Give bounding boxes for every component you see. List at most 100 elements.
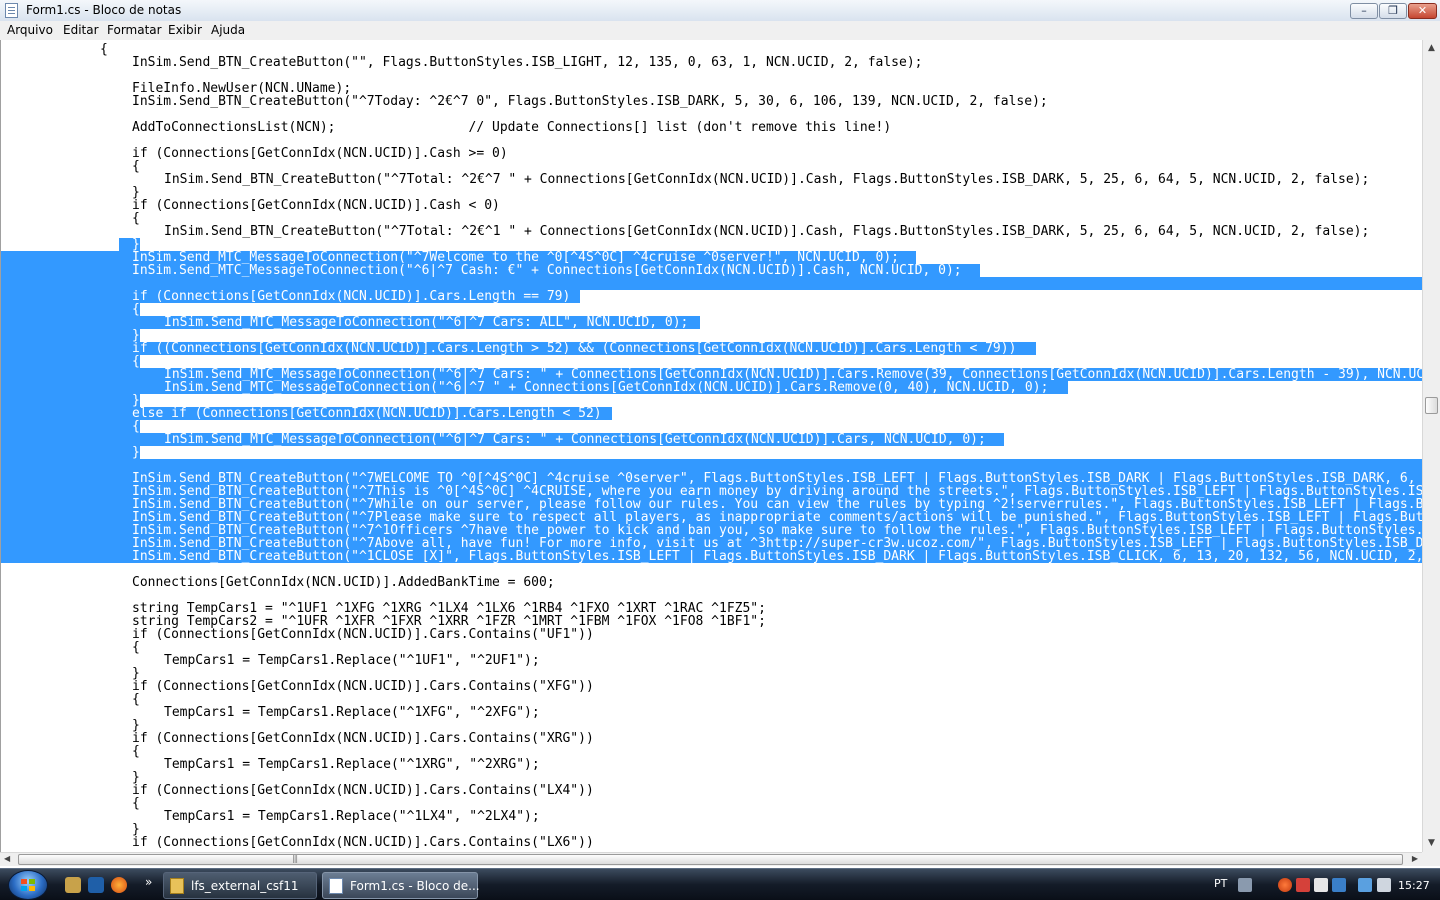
code-text: InSim.Send_BTN_CreateButton("^7While on … [132, 498, 1423, 511]
code-line[interactable]: } [1, 186, 1423, 199]
code-text: } [132, 238, 140, 251]
code-line[interactable]: FileInfo.NewUser(NCN.UName); [1, 82, 1423, 95]
code-line[interactable]: string TempCars1 = "^1UF1 ^1XFG ^1XRG ^1… [1, 602, 1423, 615]
task-form1-notepad[interactable]: Form1.cs - Bloco de... [322, 872, 480, 899]
code-line[interactable]: string TempCars2 = "^1UFR ^1XFR ^1FXR ^1… [1, 615, 1423, 628]
notepad-icon [329, 878, 343, 894]
code-line[interactable]: if (Connections[GetConnIdx(NCN.UCID)].Ca… [1, 836, 1423, 849]
size-grip[interactable] [1422, 852, 1440, 866]
close-button[interactable]: ✕ [1408, 3, 1437, 19]
messenger-icon[interactable] [1278, 878, 1292, 892]
code-text: if (Connections[GetConnIdx(NCN.UCID)].Ca… [132, 784, 594, 797]
code-line[interactable]: } [1, 771, 1423, 784]
code-line[interactable]: } [1, 238, 1423, 251]
code-line[interactable]: InSim.Send_BTN_CreateButton("^7WELCOME T… [1, 472, 1423, 485]
code-line[interactable]: InSim.Send_MTC_MessageToConnection("^6|^… [1, 316, 1423, 329]
vertical-scrollbar[interactable]: ▲ ▼ [1422, 40, 1440, 852]
code-line[interactable]: InSim.Send_MTC_MessageToConnection("^6|^… [1, 381, 1423, 394]
quicklaunch-overflow-icon[interactable]: » [145, 875, 152, 889]
code-line[interactable]: if (Connections[GetConnIdx(NCN.UCID)].Ca… [1, 680, 1423, 693]
display-icon[interactable] [1358, 878, 1372, 892]
app-tray-icon[interactable] [1314, 878, 1328, 892]
code-line[interactable]: { [1, 212, 1423, 225]
language-indicator[interactable]: PT [1214, 877, 1227, 890]
menu-exibir[interactable]: Exibir [168, 23, 202, 37]
keyboard-icon[interactable] [1238, 878, 1252, 892]
code-line[interactable]: { [1, 693, 1423, 706]
code-line[interactable]: { [1, 160, 1423, 173]
code-line[interactable]: { [1, 797, 1423, 810]
show-desktop-icon[interactable] [65, 877, 81, 893]
code-line[interactable]: else if (Connections[GetConnIdx(NCN.UCID… [1, 407, 1423, 420]
volume-icon[interactable] [1377, 878, 1391, 892]
code-line[interactable]: InSim.Send_MTC_MessageToConnection("^6|^… [1, 368, 1423, 381]
code-line[interactable]: { [1, 420, 1423, 433]
scroll-down-icon[interactable]: ▼ [1423, 835, 1440, 852]
firefox-icon[interactable] [111, 877, 127, 893]
code-text: if (Connections[GetConnIdx(NCN.UCID)].Ca… [132, 199, 500, 212]
code-line[interactable]: } [1, 329, 1423, 342]
start-button[interactable] [8, 870, 48, 900]
code-line[interactable]: InSim.Send_MTC_MessageToConnection("^6|^… [1, 264, 1423, 277]
code-line[interactable]: TempCars1 = TempCars1.Replace("^1LX4", "… [1, 810, 1423, 823]
code-line[interactable]: AddToConnectionsList(NCN); // Update Con… [1, 121, 1423, 134]
code-line[interactable]: Connections[GetConnIdx(NCN.UCID)].AddedB… [1, 576, 1423, 589]
code-line[interactable]: { [1, 43, 1423, 56]
code-line[interactable]: InSim.Send_BTN_CreateButton("^7Total: ^2… [1, 225, 1423, 238]
code-line[interactable]: { [1, 641, 1423, 654]
code-line[interactable]: InSim.Send_BTN_CreateButton("^7While on … [1, 498, 1423, 511]
text-editor[interactable]: {InSim.Send_BTN_CreateButton("", Flags.B… [0, 40, 1423, 852]
code-line[interactable]: { [1, 745, 1423, 758]
code-line[interactable]: InSim.Send_BTN_CreateButton("^7Above all… [1, 537, 1423, 550]
task-lfs-external[interactable]: lfs_external_csf11 [163, 872, 317, 899]
code-line[interactable]: } [1, 719, 1423, 732]
code-line[interactable]: { [1, 355, 1423, 368]
code-line[interactable]: if (Connections[GetConnIdx(NCN.UCID)].Ca… [1, 784, 1423, 797]
code-line[interactable]: if (Connections[GetConnIdx(NCN.UCID)].Ca… [1, 290, 1423, 303]
menu-formatar[interactable]: Formatar [107, 23, 162, 37]
code-line[interactable]: TempCars1 = TempCars1.Replace("^1UF1", "… [1, 654, 1423, 667]
selection-highlight [1, 355, 140, 368]
code-line[interactable]: if (Connections[GetConnIdx(NCN.UCID)].Ca… [1, 732, 1423, 745]
horizontal-scrollbar[interactable]: ◀ ||| ▶ [0, 852, 1422, 866]
clock[interactable]: 15:27 [1398, 879, 1430, 892]
scroll-up-icon[interactable]: ▲ [1423, 40, 1440, 57]
code-line[interactable]: InSim.Send_BTN_CreateButton("^1CLOSE [X]… [1, 550, 1423, 563]
network-icon[interactable] [1332, 878, 1346, 892]
code-line[interactable]: if (Connections[GetConnIdx(NCN.UCID)].Ca… [1, 147, 1423, 160]
code-text: { [100, 43, 108, 56]
antivirus-icon[interactable] [1296, 878, 1310, 892]
code-line[interactable]: } [1, 394, 1423, 407]
photoshop-icon[interactable] [88, 877, 104, 893]
scroll-left-icon[interactable]: ◀ [4, 854, 10, 863]
code-line[interactable]: InSim.Send_BTN_CreateButton("^7Total: ^2… [1, 173, 1423, 186]
code-line[interactable]: } [1, 446, 1423, 459]
code-line[interactable]: if (Connections[GetConnIdx(NCN.UCID)].Ca… [1, 199, 1423, 212]
code-line[interactable]: InSim.Send_BTN_CreateButton("", Flags.Bu… [1, 56, 1423, 69]
code-line[interactable]: InSim.Send_MTC_MessageToConnection("^7We… [1, 251, 1423, 264]
menu-editar[interactable]: Editar [63, 23, 99, 37]
horizontal-scroll-thumb[interactable] [18, 854, 1403, 865]
menu-arquivo[interactable]: Arquivo [7, 23, 53, 37]
code-line[interactable] [1, 459, 1423, 472]
selection-highlight [1, 303, 140, 316]
code-line[interactable]: } [1, 823, 1423, 836]
code-line[interactable]: if (Connections[GetConnIdx(NCN.UCID)].Ca… [1, 628, 1423, 641]
title-bar[interactable]: Form1.cs - Bloco de notas – ❐ ✕ [0, 0, 1440, 22]
code-line[interactable] [1, 277, 1423, 290]
minimize-button[interactable]: – [1350, 3, 1378, 19]
code-line[interactable]: InSim.Send_BTN_CreateButton("^7^1Officer… [1, 524, 1423, 537]
code-line[interactable]: InSim.Send_BTN_CreateButton("^7Today: ^2… [1, 95, 1423, 108]
code-line[interactable]: if ((Connections[GetConnIdx(NCN.UCID)].C… [1, 342, 1423, 355]
code-line[interactable]: TempCars1 = TempCars1.Replace("^1XFG", "… [1, 706, 1423, 719]
code-line[interactable]: InSim.Send_BTN_CreateButton("^7This is ^… [1, 485, 1423, 498]
code-line[interactable]: InSim.Send_BTN_CreateButton("^7Please ma… [1, 511, 1423, 524]
code-line[interactable]: { [1, 303, 1423, 316]
code-line[interactable]: } [1, 667, 1423, 680]
vertical-scroll-thumb[interactable] [1425, 397, 1438, 414]
code-line[interactable]: InSim.Send_MTC_MessageToConnection("^6|^… [1, 433, 1423, 446]
maximize-button[interactable]: ❐ [1379, 3, 1407, 19]
code-line[interactable]: TempCars1 = TempCars1.Replace("^1XRG", "… [1, 758, 1423, 771]
menu-ajuda[interactable]: Ajuda [211, 23, 245, 37]
scroll-right-icon[interactable]: ▶ [1412, 854, 1418, 863]
